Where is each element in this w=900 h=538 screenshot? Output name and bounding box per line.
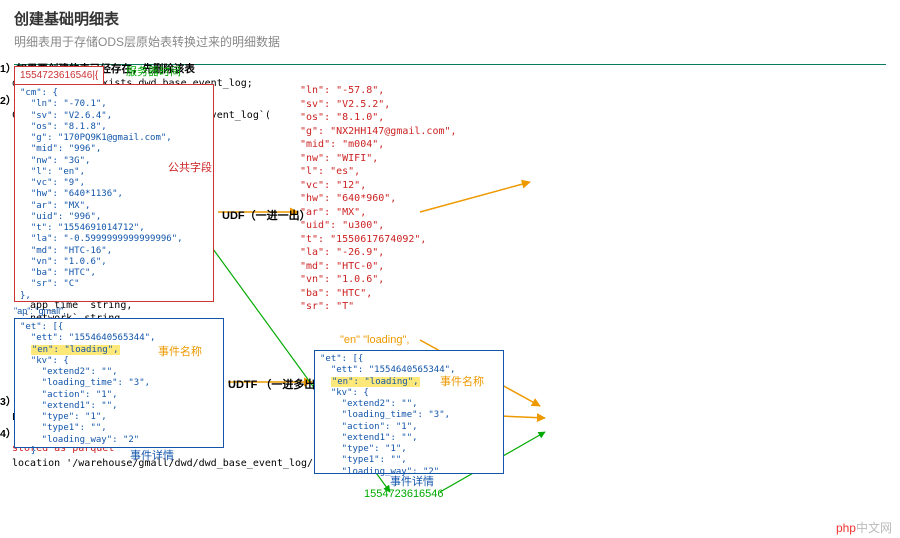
mid-json: "ln": "-57.8", "sv": "V2.5.2", "os": "8.…: [300, 84, 457, 314]
label-en-loading: "en" "loading",: [340, 334, 409, 348]
mid-et-box: "et": [{ "ett": "1554640565344", "en": "…: [314, 350, 504, 474]
ap-line: "ap": "gmall",: [14, 306, 66, 317]
label-event-name-2: 事件名称: [440, 376, 484, 390]
label-public-fields: 公共字段: [168, 162, 212, 176]
label-udf: UDF（一进一出）: [222, 210, 311, 224]
watermark: php中文网: [836, 521, 892, 536]
page-title: 创建基础明细表: [14, 8, 886, 29]
label-udtf: UDTF （一进多出）: [228, 379, 326, 393]
label-ts-bottom: 1554723616546: [364, 488, 444, 502]
diagram-canvas: 1554723616546|{ 服务器时间 "cm": { "ln": "-70…: [0, 62, 900, 538]
page-subtitle: 明细表用于存储ODS层原始表转换过来的明细数据: [14, 33, 886, 50]
label-server-time: 服务器时间: [126, 66, 181, 80]
et-json-box: "et": [{ "ett": "1554640565344", "en": "…: [14, 318, 224, 448]
label-event-detail-1: 事件详情: [130, 450, 174, 464]
label-event-name-1: 事件名称: [158, 346, 202, 360]
cm-json-box: "cm": { "ln": "-70.1", "sv": "V2.6.4", "…: [14, 84, 214, 302]
